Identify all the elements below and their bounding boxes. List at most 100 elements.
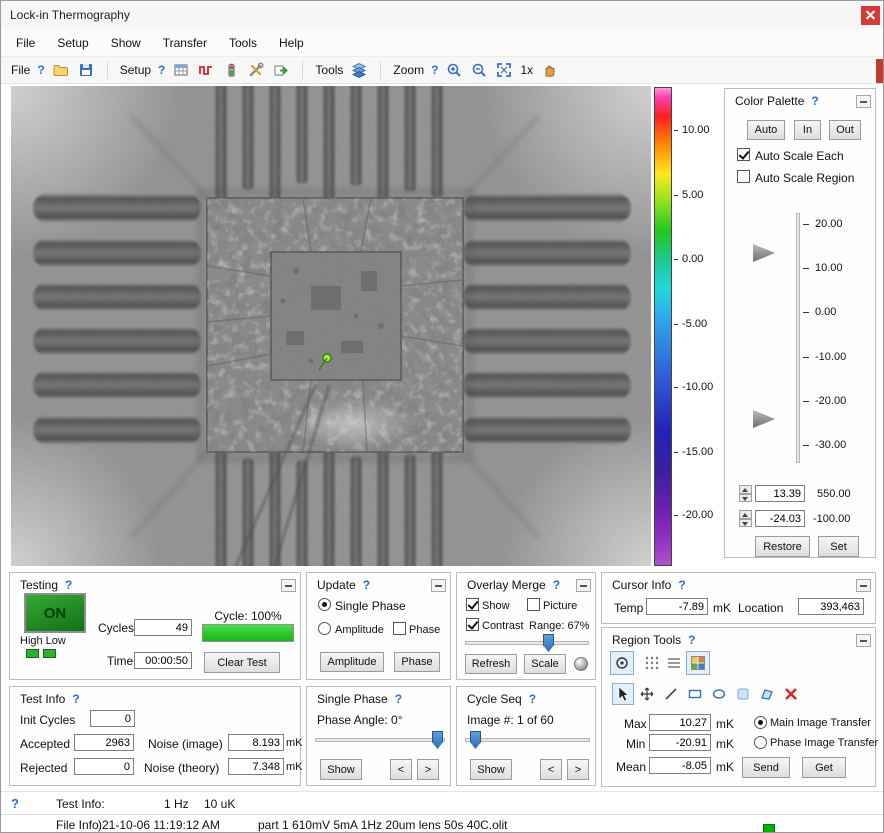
- lower-limit-handle[interactable]: [753, 410, 775, 428]
- send-button[interactable]: Send: [742, 757, 790, 778]
- show-cycle-button[interactable]: Show: [470, 759, 512, 780]
- menu-show[interactable]: Show: [100, 31, 152, 55]
- phase-checkbox[interactable]: [393, 622, 406, 635]
- single-phase-radio[interactable]: [318, 598, 331, 611]
- cycles-field[interactable]: [134, 619, 192, 636]
- delete-region-icon[interactable]: [780, 683, 802, 705]
- export-icon[interactable]: [272, 61, 290, 79]
- upper-limit-field[interactable]: [755, 485, 805, 502]
- show-phase-button[interactable]: Show: [320, 759, 362, 780]
- phase-angle-thumb[interactable]: [432, 731, 443, 749]
- minimize-button[interactable]: [856, 579, 871, 592]
- scale-button[interactable]: Scale: [524, 654, 566, 674]
- noise-image-field[interactable]: [228, 734, 284, 751]
- menu-transfer[interactable]: Transfer: [152, 31, 218, 55]
- get-button[interactable]: Get: [802, 757, 846, 778]
- open-folder-icon[interactable]: [52, 61, 70, 79]
- set-button[interactable]: Set: [818, 536, 859, 557]
- contrast-slider-thumb[interactable]: [543, 634, 554, 652]
- minimize-button[interactable]: [856, 634, 871, 647]
- contrast-checkbox[interactable]: [466, 618, 479, 631]
- grid-dots-icon[interactable]: [642, 653, 662, 673]
- contrast-slider[interactable]: [465, 634, 589, 652]
- minimize-button[interactable]: [431, 579, 446, 592]
- phase-button[interactable]: Phase: [394, 652, 440, 672]
- accepted-field[interactable]: [74, 734, 134, 751]
- max-field[interactable]: [649, 714, 711, 731]
- lower-spinner[interactable]: [739, 510, 752, 527]
- noise-theory-field[interactable]: [228, 758, 284, 775]
- help-icon[interactable]: ?: [688, 633, 695, 647]
- next-phase-button[interactable]: >: [417, 759, 439, 780]
- amplitude-button[interactable]: Amplitude: [320, 652, 384, 672]
- show-checkbox[interactable]: [466, 598, 479, 611]
- help-icon[interactable]: ?: [363, 578, 370, 592]
- save-icon[interactable]: [77, 61, 95, 79]
- auto-scale-region-checkbox[interactable]: [737, 170, 750, 183]
- ellipse-tool[interactable]: [708, 683, 730, 705]
- main-transfer-radio[interactable]: [754, 716, 767, 729]
- clear-test-button[interactable]: Clear Test: [204, 652, 280, 673]
- in-button[interactable]: In: [794, 120, 821, 140]
- status-help-icon[interactable]: ?: [11, 796, 19, 811]
- phase-transfer-radio[interactable]: [754, 736, 767, 749]
- upper-limit-handle[interactable]: [753, 244, 775, 262]
- polygon-tool[interactable]: [756, 683, 778, 705]
- menu-setup[interactable]: Setup: [46, 31, 99, 55]
- point-mode-button[interactable]: [610, 651, 634, 675]
- zoom-in-icon[interactable]: [445, 61, 463, 79]
- prev-phase-button[interactable]: <: [390, 759, 412, 780]
- file-help-icon[interactable]: ?: [37, 63, 44, 77]
- cycle-seq-slider[interactable]: [465, 731, 590, 749]
- upper-spinner[interactable]: [739, 485, 752, 502]
- temp-field[interactable]: [646, 598, 708, 615]
- setup-help-icon[interactable]: ?: [158, 63, 165, 77]
- menu-file[interactable]: File: [5, 31, 46, 55]
- rectangle-tool[interactable]: [684, 683, 706, 705]
- rounded-rect-tool[interactable]: [732, 683, 754, 705]
- zoom-fit-icon[interactable]: [495, 61, 513, 79]
- palette-tool-button[interactable]: [686, 651, 710, 675]
- lower-limit-field[interactable]: [755, 510, 805, 527]
- auto-button[interactable]: Auto: [747, 120, 785, 140]
- out-button[interactable]: Out: [829, 120, 861, 140]
- line-tool[interactable]: [660, 683, 682, 705]
- zoom-out-icon[interactable]: [470, 61, 488, 79]
- amplitude-radio[interactable]: [318, 622, 331, 635]
- help-icon[interactable]: ?: [553, 578, 560, 592]
- pan-hand-icon[interactable]: [540, 61, 558, 79]
- scale-slider-track[interactable]: [796, 213, 800, 463]
- zoom-help-icon[interactable]: ?: [431, 63, 438, 77]
- tools-wrench-icon[interactable]: [247, 61, 265, 79]
- help-icon[interactable]: ?: [811, 94, 818, 108]
- layers-icon[interactable]: [350, 61, 368, 79]
- prev-cycle-button[interactable]: <: [540, 759, 562, 780]
- mean-field[interactable]: [649, 757, 711, 774]
- help-icon[interactable]: ?: [678, 578, 685, 592]
- help-icon[interactable]: ?: [72, 692, 79, 706]
- sphere-icon[interactable]: [574, 657, 588, 671]
- init-cycles-field[interactable]: [90, 710, 135, 727]
- thermal-image[interactable]: [11, 86, 651, 566]
- next-cycle-button[interactable]: >: [567, 759, 589, 780]
- help-icon[interactable]: ?: [395, 692, 402, 706]
- menu-help[interactable]: Help: [268, 31, 315, 55]
- move-tool[interactable]: [636, 683, 658, 705]
- close-button[interactable]: [861, 6, 880, 25]
- minimize-button[interactable]: [281, 579, 296, 592]
- help-icon[interactable]: ?: [65, 578, 72, 592]
- help-icon[interactable]: ?: [529, 692, 536, 706]
- refresh-button[interactable]: Refresh: [465, 654, 517, 674]
- auto-scale-each-checkbox[interactable]: [737, 148, 750, 161]
- restore-button[interactable]: Restore: [755, 536, 810, 557]
- rejected-field[interactable]: [74, 758, 134, 775]
- picture-checkbox[interactable]: [527, 598, 540, 611]
- time-field[interactable]: [134, 652, 192, 669]
- phase-angle-slider[interactable]: [315, 731, 445, 749]
- location-field[interactable]: [798, 598, 864, 615]
- square-wave-icon[interactable]: [197, 61, 215, 79]
- battery-icon[interactable]: [222, 61, 240, 79]
- minimize-button[interactable]: [576, 579, 591, 592]
- minimize-button[interactable]: [856, 95, 871, 108]
- min-field[interactable]: [649, 734, 711, 751]
